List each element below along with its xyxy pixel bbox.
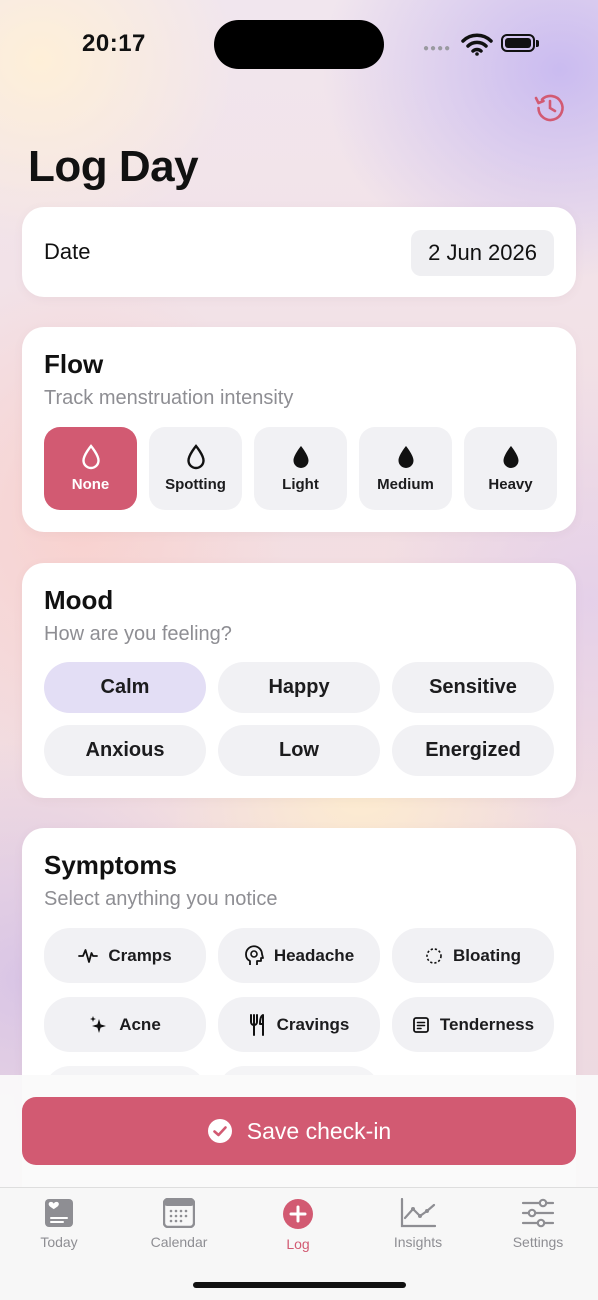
dashed-circle-icon xyxy=(426,947,442,964)
sparkles-icon xyxy=(90,1015,107,1033)
tab-label: Settings xyxy=(512,1234,564,1250)
mood-options: Calm Happy Sensitive Anxious Low Energiz… xyxy=(44,662,554,776)
drop-filled-icon xyxy=(398,446,413,468)
flow-title: Flow xyxy=(44,349,104,379)
date-card: Date 2 Jun 2026 xyxy=(22,207,576,297)
drop-filled-icon xyxy=(503,446,518,468)
tab-calendar[interactable]: Calendar xyxy=(129,1198,229,1250)
battery-icon xyxy=(501,34,539,52)
head-icon xyxy=(244,944,264,965)
flow-option-label: Medium xyxy=(377,476,434,493)
tab-label: Today xyxy=(40,1234,78,1250)
tab-log[interactable]: Log xyxy=(248,1198,348,1252)
chart-line-icon xyxy=(400,1198,436,1228)
flow-option-spotting[interactable]: Spotting xyxy=(149,427,242,510)
calendar-icon xyxy=(163,1198,195,1228)
status-time: 20:17 xyxy=(82,30,146,57)
save-button-label: Save check-in xyxy=(246,1117,392,1144)
heart-doc-icon xyxy=(45,1199,73,1227)
mood-chip-energized[interactable]: Energized xyxy=(392,725,554,776)
symptom-chip-acne[interactable]: Acne xyxy=(44,997,206,1052)
symptom-label: Bloating xyxy=(453,945,521,965)
flow-option-medium[interactable]: Medium xyxy=(359,427,452,510)
symptom-chip-cravings[interactable]: Cravings xyxy=(218,997,380,1052)
mood-chip-calm[interactable]: Calm xyxy=(44,662,206,713)
mood-chip-sensitive[interactable]: Sensitive xyxy=(392,662,554,713)
flow-option-none[interactable]: None xyxy=(44,427,137,510)
tab-insights[interactable]: Insights xyxy=(368,1198,468,1250)
drop-filled-icon xyxy=(293,446,308,468)
drop-outline-icon xyxy=(186,444,205,470)
drop-outline-icon xyxy=(81,444,100,470)
date-picker-button[interactable]: 2 Jun 2026 xyxy=(411,230,554,276)
flow-option-label: Heavy xyxy=(488,476,533,493)
home-indicator xyxy=(193,1282,406,1288)
tab-today[interactable]: Today xyxy=(9,1198,109,1250)
save-check-in-button[interactable]: Save check-in xyxy=(22,1097,576,1165)
symptoms-title: Symptoms xyxy=(44,850,177,880)
checkmark-circle-icon xyxy=(207,1119,232,1143)
symptom-label: Cravings xyxy=(276,1014,350,1034)
history-button[interactable] xyxy=(530,88,570,128)
history-clock-icon xyxy=(534,94,564,122)
flow-option-light[interactable]: Light xyxy=(254,427,347,510)
symptom-chip-tenderness[interactable]: Tenderness xyxy=(392,997,554,1052)
plus-circle-icon xyxy=(283,1199,313,1229)
tab-label: Insights xyxy=(393,1234,443,1250)
symptom-chip-headache[interactable]: Headache xyxy=(218,928,380,983)
tab-label: Log xyxy=(286,1236,310,1252)
page-title: Log Day xyxy=(28,142,199,191)
mood-subtitle: How are you feeling? xyxy=(44,623,232,645)
tab-label: Calendar xyxy=(150,1234,208,1250)
flow-card: Flow Track menstruation intensity None S… xyxy=(22,327,576,532)
symptom-label: Cramps xyxy=(108,945,172,965)
status-bar: 20:17 ●●●● xyxy=(0,0,598,90)
wifi-icon xyxy=(461,32,493,61)
dynamic-island xyxy=(214,20,384,69)
mood-title: Mood xyxy=(44,585,114,615)
sliders-icon xyxy=(521,1198,555,1228)
symptom-chip-bloating[interactable]: Bloating xyxy=(392,928,554,983)
symptoms-subtitle: Select anything you notice xyxy=(44,888,278,910)
symptom-chip-cramps[interactable]: Cramps xyxy=(44,928,206,983)
tab-settings[interactable]: Settings xyxy=(488,1198,588,1250)
flow-subtitle: Track menstruation intensity xyxy=(44,387,294,409)
signal-dots-icon: ●●●● xyxy=(423,43,452,54)
mood-chip-happy[interactable]: Happy xyxy=(218,662,380,713)
mood-card: Mood How are you feeling? Calm Happy Sen… xyxy=(22,563,576,798)
flow-options: None Spotting Light Medium Heavy xyxy=(44,427,557,510)
list-box-icon xyxy=(413,1016,429,1033)
mood-chip-low[interactable]: Low xyxy=(218,725,380,776)
date-label: Date xyxy=(44,239,91,264)
flow-option-label: Light xyxy=(282,476,319,493)
flow-option-heavy[interactable]: Heavy xyxy=(464,427,557,510)
symptom-label: Acne xyxy=(119,1014,161,1034)
flow-option-label: Spotting xyxy=(165,476,226,493)
waveform-icon xyxy=(78,948,99,963)
flow-option-label: None xyxy=(71,476,110,493)
fork-knife-icon xyxy=(249,1013,264,1036)
mood-chip-anxious[interactable]: Anxious xyxy=(44,725,206,776)
symptom-label: Headache xyxy=(273,945,355,965)
symptom-label: Tenderness xyxy=(439,1014,535,1034)
